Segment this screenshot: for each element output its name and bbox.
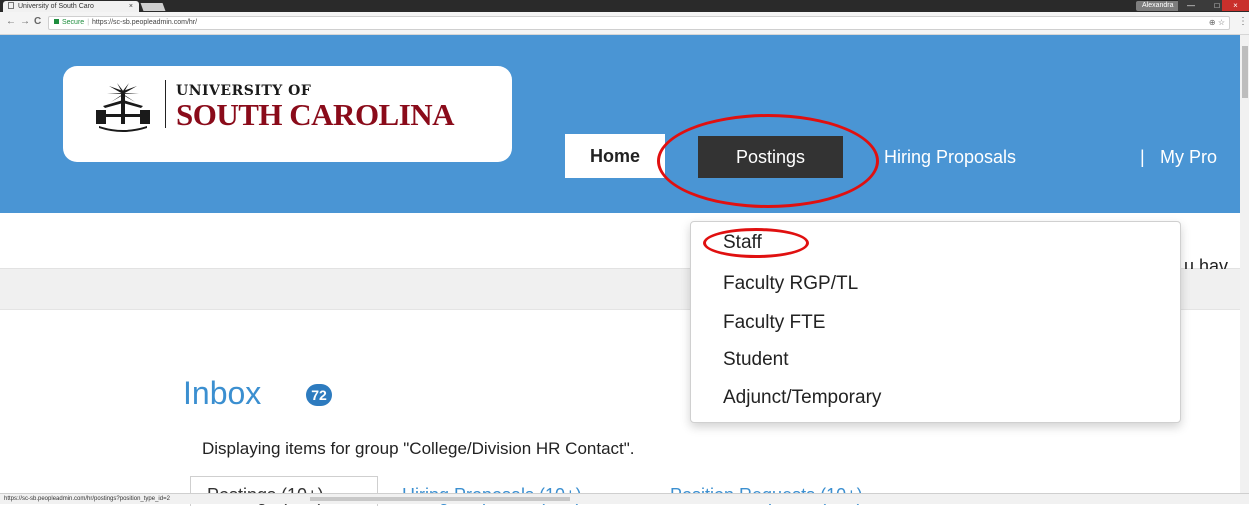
inbox-title: Inbox	[183, 375, 262, 411]
new-tab-button[interactable]	[140, 3, 166, 11]
close-window-button[interactable]: ×	[1222, 0, 1249, 11]
menu-item-adjunct-temporary[interactable]: Adjunct/Temporary	[723, 387, 881, 409]
menu-item-faculty-fte[interactable]: Faculty FTE	[723, 312, 825, 334]
menu-item-student[interactable]: Student	[723, 349, 789, 371]
browser-tab[interactable]: University of South Caro ×	[3, 1, 139, 12]
minimize-button[interactable]: —	[1178, 0, 1204, 11]
lock-icon	[54, 19, 59, 24]
url-text: https://sc-sb.peopleadmin.com/hr/	[92, 19, 198, 26]
group-description: Displaying items for group "College/Divi…	[202, 439, 635, 458]
vertical-scrollbar[interactable]	[1240, 35, 1249, 493]
annotation-circle-staff	[703, 228, 809, 258]
url-input[interactable]: Secure | https://sc-sb.peopleadmin.com/hr/…	[48, 16, 1230, 30]
status-bar-url: https://sc-sb.peopleadmin.com/hr/posting…	[0, 493, 1249, 504]
browser-tab-strip: University of South Caro × Alexandra — □…	[0, 0, 1249, 12]
browser-menu-icon[interactable]: ⋮	[1238, 16, 1248, 27]
tab-close-icon[interactable]: ×	[129, 1, 133, 12]
page-icon	[8, 2, 14, 9]
back-button[interactable]: ←	[6, 16, 16, 27]
nav-separator: |	[1140, 147, 1145, 167]
profile-badge[interactable]: Alexandra	[1136, 1, 1180, 11]
inbox-count-badge: 72	[306, 384, 332, 406]
secure-label: Secure	[62, 19, 85, 26]
university-logo[interactable]: UNIVERSITY OF SOUTH CAROLINA	[63, 66, 512, 162]
reload-button[interactable]: C	[34, 16, 41, 27]
logo-divider	[165, 80, 166, 128]
logo-line-2: SOUTH CAROLINA	[176, 97, 455, 132]
nav-hiring-proposals-tab[interactable]: Hiring Proposals	[884, 136, 1016, 178]
nav-home-tab[interactable]: Home	[565, 134, 665, 178]
menu-item-faculty-rgp-tl[interactable]: Faculty RGP/TL	[723, 273, 858, 295]
tab-title: University of South Caro	[18, 3, 94, 10]
horizontal-scrollbar-thumb[interactable]	[310, 497, 570, 501]
bookmark-star-icon[interactable]: ⊕ ☆	[1209, 17, 1225, 29]
address-bar-row: ← → C Secure | https://sc-sb.peopleadmin.c…	[0, 12, 1249, 35]
annotation-circle-postings	[657, 114, 879, 208]
forward-button[interactable]: →	[20, 16, 30, 27]
scrollbar-thumb[interactable]	[1242, 46, 1248, 98]
site-header: UNIVERSITY OF SOUTH CAROLINA	[0, 35, 1240, 213]
palmetto-seal-icon	[96, 83, 150, 132]
nav-my-profile-tab[interactable]: My Pro	[1160, 136, 1217, 178]
